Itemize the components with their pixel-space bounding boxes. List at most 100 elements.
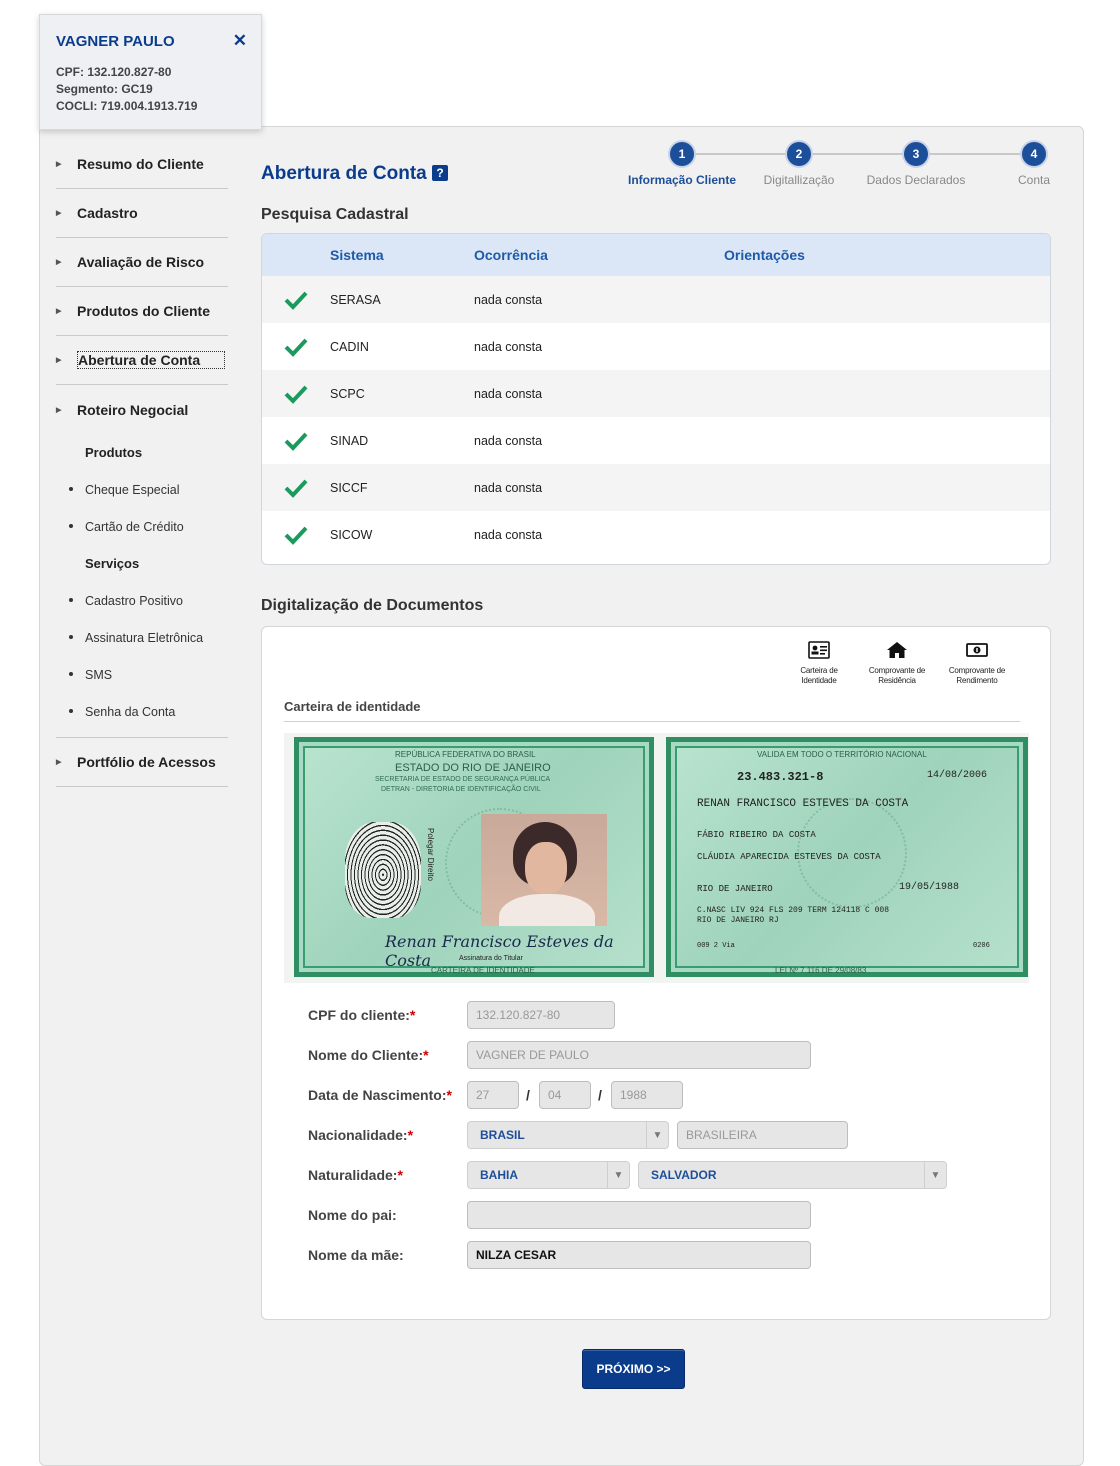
naturalidade-state-select[interactable]: BAHIA ▼: [467, 1161, 630, 1189]
id-card-front: REPÚBLICA FEDERATIVA DO BRASIL ESTADO DO…: [294, 737, 654, 977]
help-icon[interactable]: ?: [432, 165, 448, 181]
nacionalidade-field[interactable]: BRASILEIRA: [677, 1121, 848, 1149]
sidebar-item-produtos-cliente[interactable]: ▶ Produtos do Cliente: [56, 287, 228, 336]
cell-sistema: CADIN: [330, 339, 369, 354]
label-cpf: CPF do cliente:*: [308, 1007, 416, 1023]
step-2: 2 Digitallização: [739, 142, 859, 187]
client-cpf: CPF: 132.120.827-80: [56, 65, 172, 79]
required-mark: *: [407, 1127, 414, 1143]
triangle-right-icon: ▶: [56, 759, 62, 766]
id-footer: LEI Nº 7.116 DE 29/08/83: [775, 966, 867, 975]
id-naturalidade: RIO DE JANEIRO: [697, 884, 773, 894]
step-label: Conta: [1017, 173, 1051, 187]
divider: [56, 730, 228, 738]
sidebar-item-cadastro[interactable]: ▶ Cadastro: [56, 189, 228, 238]
table-header: Sistema Ocorrência Orientações: [262, 234, 1050, 276]
progress-stepper: 1 Informação Cliente 2 Digitallização 3 …: [624, 142, 1064, 192]
check-icon: [262, 478, 330, 498]
doc-type-rendimento[interactable]: Comprovante de Rendimento: [942, 641, 1012, 686]
label-nome-mae: Nome da mãe:: [308, 1247, 404, 1263]
bullet-icon: [69, 671, 73, 676]
triangle-right-icon: ▶: [56, 210, 62, 217]
check-icon: [262, 431, 330, 451]
step-number: 2: [787, 142, 811, 166]
table-row: SICCF nada consta: [262, 464, 1050, 511]
triangle-right-icon: ▶: [56, 259, 62, 266]
birth-year-field[interactable]: 1988: [611, 1081, 683, 1109]
cell-sistema: SCPC: [330, 386, 365, 401]
id-nascimento: 19/05/1988: [899, 882, 960, 893]
sidebar-item-roteiro-negocial[interactable]: ▶ Roteiro Negocial: [56, 385, 228, 434]
id-card-back: VALIDA EM TODO O TERRITÓRIO NACIONAL 23.…: [666, 737, 1028, 977]
table-row: SCPC nada consta: [262, 370, 1050, 417]
sidebar-subitem-cheque-especial[interactable]: Cheque Especial: [56, 471, 228, 508]
doc-type-label: Comprovante de Residência: [868, 666, 926, 685]
close-icon[interactable]: ✕: [233, 31, 247, 51]
id-polegar: Polegar Direito: [426, 828, 435, 881]
id-origem: RIO DE JANEIRO RJ: [697, 916, 779, 925]
step-3: 3 Dados Declarados: [856, 142, 976, 187]
client-info: CPF: 132.120.827-80 Segmento: GC19 COCLI…: [56, 64, 245, 115]
triangle-right-icon: ▶: [56, 308, 62, 315]
section-title-documentos: Digitalização de Documentos: [261, 597, 484, 614]
client-cocli: COCLI: 719.004.1913.719: [56, 99, 198, 113]
sidebar-subitem-senha-conta[interactable]: Senha da Conta: [56, 693, 228, 730]
bullet-icon: [69, 597, 73, 602]
client-card: VAGNER PAULO ✕ CPF: 132.120.827-80 Segme…: [39, 14, 262, 130]
id-card-scan: REPÚBLICA FEDERATIVA DO BRASIL ESTADO DO…: [284, 733, 1029, 983]
house-icon: [887, 642, 907, 658]
client-segment: Segmento: GC19: [56, 82, 153, 96]
fingerprint-image: [345, 822, 421, 918]
label-nacionalidade: Nacionalidade:*: [308, 1127, 414, 1143]
label-data-nascimento: Data de Nascimento:*: [308, 1087, 452, 1103]
step-label: Digitallização: [763, 173, 835, 187]
sidebar-item-portfolio-acessos[interactable]: ▶ Portfólio de Acessos: [56, 738, 228, 787]
id-assinatura: Assinatura do Titular: [459, 955, 523, 962]
cpf-field[interactable]: 132.120.827-80: [467, 1001, 615, 1029]
doc-type-residencia[interactable]: Comprovante de Residência: [862, 641, 932, 686]
sidebar-subitem-label: Cadastro Positivo: [85, 593, 183, 608]
doc-type-label: Carteira de Identidade: [800, 666, 838, 685]
id-pai: FÁBIO RIBEIRO DA COSTA: [697, 830, 816, 840]
naturalidade-city-select[interactable]: SALVADOR ▼: [638, 1161, 947, 1189]
nome-mae-field[interactable]: NILZA CESAR: [467, 1241, 811, 1269]
sidebar-subitem-label: Senha da Conta: [85, 704, 176, 719]
sidebar-subitem-cartao-credito[interactable]: Cartão de Crédito: [56, 508, 228, 545]
section-title-pesquisa: Pesquisa Cadastral: [261, 206, 409, 223]
sidebar-subitem-assinatura-eletronica[interactable]: Assinatura Eletrônica: [56, 619, 228, 656]
label-nome-cliente: Nome do Cliente:*: [308, 1047, 429, 1063]
sidebar-heading-produtos: Produtos: [85, 445, 143, 460]
required-mark: *: [423, 1047, 429, 1063]
triangle-right-icon: ▶: [56, 161, 62, 168]
sidebar-item-resumo[interactable]: ▶ Resumo do Cliente: [56, 140, 228, 189]
next-button[interactable]: PRÓXIMO >>: [582, 1349, 685, 1389]
id-banner: VALIDA EM TODO O TERRITÓRIO NACIONAL: [757, 750, 927, 759]
label-naturalidade: Naturalidade:*: [308, 1167, 403, 1183]
birth-month-field[interactable]: 04: [539, 1081, 591, 1109]
header-sistema: Sistema: [330, 247, 384, 263]
nome-pai-field[interactable]: [467, 1201, 811, 1229]
table-row: SICOW nada consta: [262, 511, 1050, 558]
table-row: CADIN nada consta: [262, 323, 1050, 370]
page-title: Abertura de Conta: [261, 163, 427, 184]
header-orientacoes: Orientações: [724, 247, 805, 263]
sidebar-item-abertura-conta[interactable]: ▶ Abertura de Conta: [56, 336, 228, 385]
sidebar-subitem-sms[interactable]: SMS: [56, 656, 228, 693]
doc-type-label: Comprovante de Rendimento: [948, 666, 1006, 685]
nome-cliente-field[interactable]: VAGNER DE PAULO: [467, 1041, 811, 1069]
id-nome: RENAN FRANCISCO ESTEVES DA COSTA: [697, 798, 909, 810]
check-icon: [262, 337, 330, 357]
cell-ocorrencia: nada consta: [474, 433, 543, 448]
cell-ocorrencia: nada consta: [474, 339, 543, 354]
cell-sistema: SICOW: [330, 527, 373, 542]
date-separator: /: [598, 1087, 602, 1103]
sidebar-subitem-cadastro-positivo[interactable]: Cadastro Positivo: [56, 582, 228, 619]
birth-day-field[interactable]: 27: [467, 1081, 519, 1109]
sidebar-item-avaliacao-risco[interactable]: ▶ Avaliação de Risco: [56, 238, 228, 287]
id-secretaria: SECRETARIA DE ESTADO DE SEGURANÇA PÚBLIC…: [375, 776, 551, 783]
nacionalidade-select[interactable]: BRASIL ▼: [467, 1121, 669, 1149]
cell-ocorrencia: nada consta: [474, 480, 543, 495]
bullet-icon: [69, 486, 73, 491]
chevron-down-icon: ▼: [924, 1162, 946, 1188]
doc-type-identidade[interactable]: Carteira de Identidade: [784, 641, 854, 686]
